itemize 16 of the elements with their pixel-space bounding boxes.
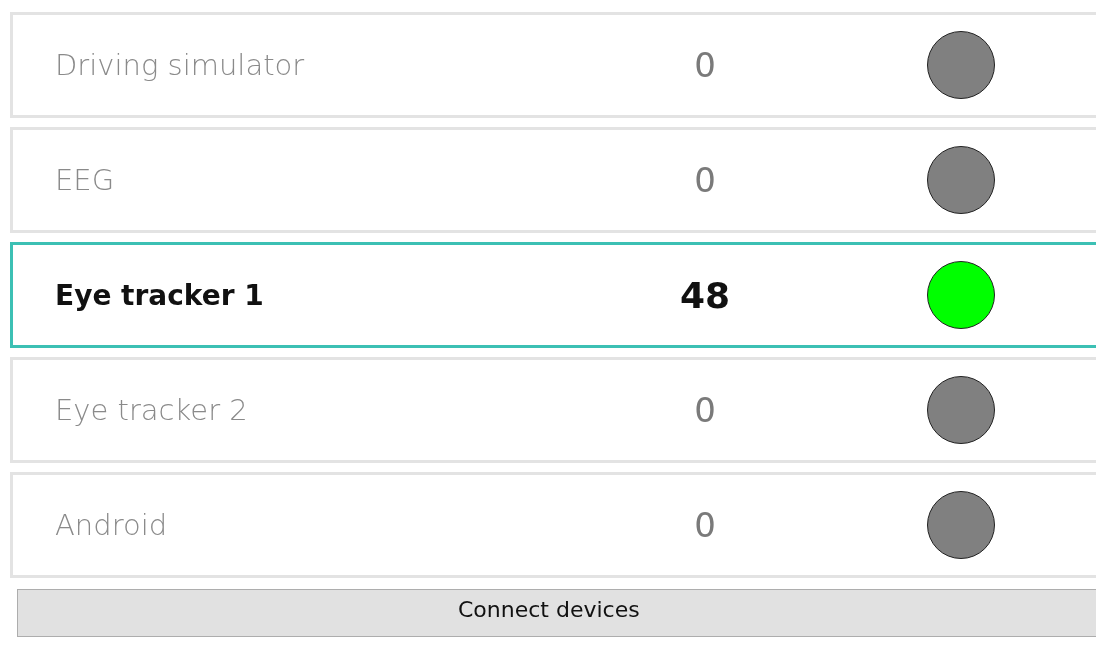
device-count: 0 [694,160,716,200]
connect-button[interactable]: Connect devices [17,589,1096,637]
device-row[interactable]: Driving simulator 0 [10,12,1096,118]
device-name: EEG [55,163,116,197]
device-count: 0 [694,505,716,545]
device-count: 0 [694,390,716,430]
device-name: Android [55,508,169,542]
device-name: Driving simulator [55,48,306,82]
device-row[interactable]: EEG 0 [10,127,1096,233]
device-name: Eye tracker 1 [55,278,265,312]
device-row[interactable]: Eye tracker 1 48 [10,242,1096,348]
device-row[interactable]: Eye tracker 2 0 [10,357,1096,463]
device-count: 0 [694,45,716,85]
device-row[interactable]: Android 0 [10,472,1096,578]
device-count: 48 [679,274,731,316]
device-name: Eye tracker 2 [55,393,249,427]
